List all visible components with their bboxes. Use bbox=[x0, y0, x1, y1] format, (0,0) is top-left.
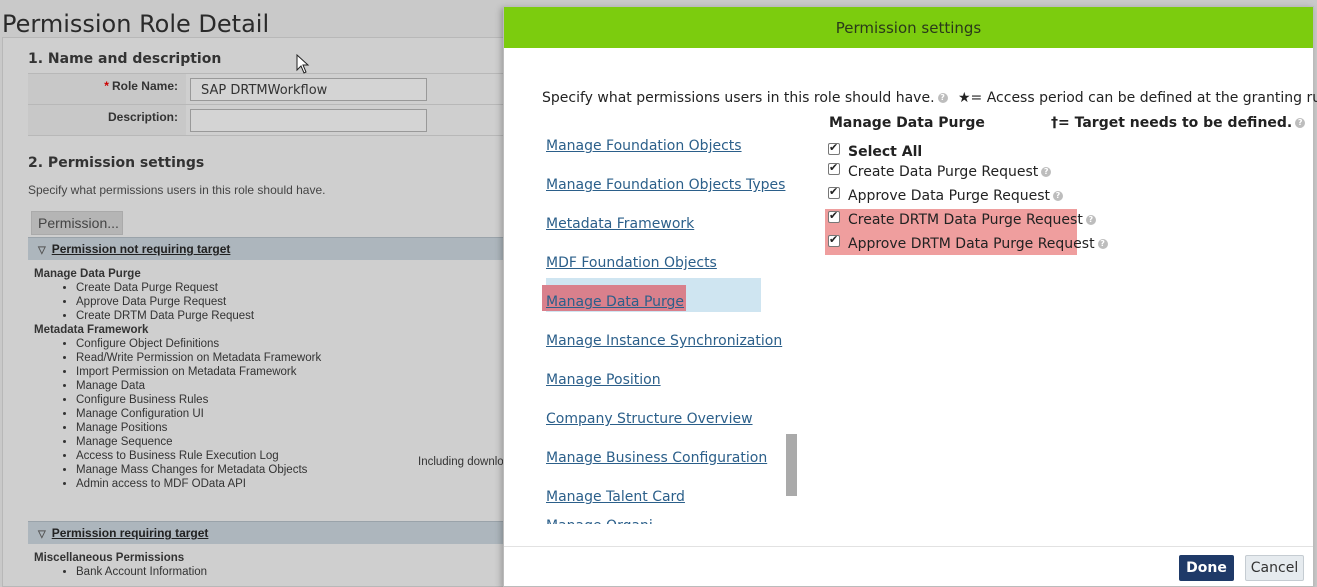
role-form: * Role Name: SAP DRTMWorkflow Description… bbox=[28, 73, 512, 136]
description-input[interactable] bbox=[190, 109, 427, 132]
permission-checkbox[interactable]: Approve Data Purge Request? bbox=[828, 185, 1063, 204]
section-name-description-title: 1. Name and description bbox=[28, 51, 222, 67]
list-item: Create DRTM Data Purge Request bbox=[76, 309, 321, 323]
list-category: Metadata Framework bbox=[34, 324, 149, 336]
list-item: Import Permission on Metadata Framework bbox=[76, 365, 321, 379]
category-item[interactable]: Manage Foundation Objects bbox=[546, 138, 742, 154]
list-item: Bank Account Information bbox=[76, 565, 207, 579]
category-item[interactable]: Manage Position bbox=[546, 372, 661, 388]
checkbox-checked-icon[interactable] bbox=[828, 209, 840, 223]
select-all-checkbox[interactable]: Select All bbox=[828, 141, 922, 160]
list-category: Miscellaneous Permissions bbox=[34, 552, 185, 564]
description-label: Description: bbox=[28, 105, 186, 135]
page-title: Permission Role Detail bbox=[2, 10, 270, 38]
list-item: Configure Business Rules bbox=[76, 393, 321, 407]
list-item: Manage Mass Changes for Metadata Objects bbox=[76, 463, 321, 477]
help-icon[interactable]: ? bbox=[1053, 191, 1063, 201]
category-item-cutoff[interactable]: Manage Organi... bbox=[546, 518, 666, 524]
role-name-row: * Role Name: SAP DRTMWorkflow bbox=[28, 74, 512, 105]
list-item: Read/Write Permission on Metadata Framew… bbox=[76, 351, 321, 365]
dialog-intro: Specify what permissions users in this r… bbox=[542, 90, 1317, 106]
target-note: †= Target needs to be defined.? bbox=[1051, 115, 1306, 131]
group-not-requiring-target[interactable]: ▽ Permission not requiring target bbox=[28, 237, 512, 260]
list-item: Manage Data bbox=[76, 379, 321, 393]
collapse-arrow-icon: ▽ bbox=[38, 245, 46, 256]
dialog-footer: Done Cancel bbox=[504, 546, 1313, 586]
list-category: Manage Data Purge bbox=[34, 268, 141, 280]
permission-button[interactable]: Permission... bbox=[31, 211, 123, 235]
help-icon[interactable]: ? bbox=[1085, 215, 1096, 225]
permission-panel-title: Manage Data Purge bbox=[829, 115, 985, 131]
permission-checkbox[interactable]: Create Data Purge Request? bbox=[828, 161, 1052, 180]
mouse-cursor-icon bbox=[296, 54, 310, 74]
section-permission-settings-title: 2. Permission settings bbox=[28, 155, 205, 171]
including-download-text: Including downlo bbox=[418, 456, 504, 468]
role-name-input[interactable]: SAP DRTMWorkflow bbox=[190, 78, 427, 101]
list-item: Manage Positions bbox=[76, 421, 321, 435]
list-item: Approve Data Purge Request bbox=[76, 295, 321, 309]
category-item[interactable]: Manage Business Configuration bbox=[546, 450, 767, 466]
permission-list-not-requiring: Manage Data Purge Create Data Purge Requ… bbox=[34, 267, 321, 491]
permission-settings-dialog: Permission settings Specify what permiss… bbox=[503, 6, 1317, 587]
access-period-note: ★= Access period can be defined at the g… bbox=[957, 90, 1317, 106]
category-item[interactable]: MDF Foundation Objects bbox=[546, 255, 717, 271]
permission-checkbox[interactable]: Approve DRTM Data Purge Request? bbox=[828, 233, 1108, 252]
category-item[interactable]: Company Structure Overview bbox=[546, 411, 753, 427]
done-button[interactable]: Done bbox=[1179, 555, 1234, 581]
list-item: Admin access to MDF OData API bbox=[76, 477, 321, 491]
category-scrollbar[interactable] bbox=[786, 434, 797, 496]
group-requiring-target[interactable]: ▽ Permission requiring target bbox=[28, 521, 512, 544]
category-item[interactable]: Manage Instance Synchronization bbox=[546, 333, 782, 349]
permission-list-requiring: Miscellaneous Permissions Bank Account I… bbox=[34, 551, 207, 579]
help-icon[interactable]: ? bbox=[937, 93, 948, 103]
permission-settings-desc: Specify what permissions users in this r… bbox=[28, 183, 326, 197]
help-icon[interactable]: ? bbox=[1097, 239, 1108, 249]
collapse-arrow-icon: ▽ bbox=[38, 529, 46, 540]
checkbox-checked-icon[interactable] bbox=[828, 185, 840, 199]
list-item: Manage Sequence bbox=[76, 435, 321, 449]
help-icon[interactable]: ? bbox=[1041, 167, 1052, 177]
list-item: Configure Object Definitions bbox=[76, 337, 321, 351]
description-row: Description: bbox=[28, 105, 512, 136]
required-marker: * bbox=[104, 79, 109, 93]
category-item[interactable]: Metadata Framework bbox=[546, 216, 694, 232]
help-icon[interactable]: ? bbox=[1295, 118, 1306, 128]
checkbox-checked-icon[interactable] bbox=[828, 161, 840, 175]
category-item[interactable]: Manage Talent Card bbox=[546, 489, 685, 505]
checkbox-checked-icon[interactable] bbox=[828, 233, 840, 247]
role-name-label: * Role Name: bbox=[28, 74, 186, 104]
list-item: Access to Business Rule Execution Log bbox=[76, 449, 321, 463]
checkbox-checked-icon[interactable] bbox=[828, 141, 840, 155]
permission-checkbox[interactable]: Create DRTM Data Purge Request? bbox=[828, 209, 1096, 228]
category-list: Manage Foundation Objects Manage Foundat… bbox=[542, 124, 795, 524]
category-item[interactable]: Manage Foundation Objects Types bbox=[546, 177, 785, 193]
list-item: Create Data Purge Request bbox=[76, 281, 321, 295]
category-item-selected[interactable]: Manage Data Purge bbox=[546, 294, 684, 310]
cancel-button[interactable]: Cancel bbox=[1245, 555, 1304, 581]
list-item: Manage Configuration UI bbox=[76, 407, 321, 421]
dialog-title: Permission settings bbox=[504, 7, 1313, 48]
